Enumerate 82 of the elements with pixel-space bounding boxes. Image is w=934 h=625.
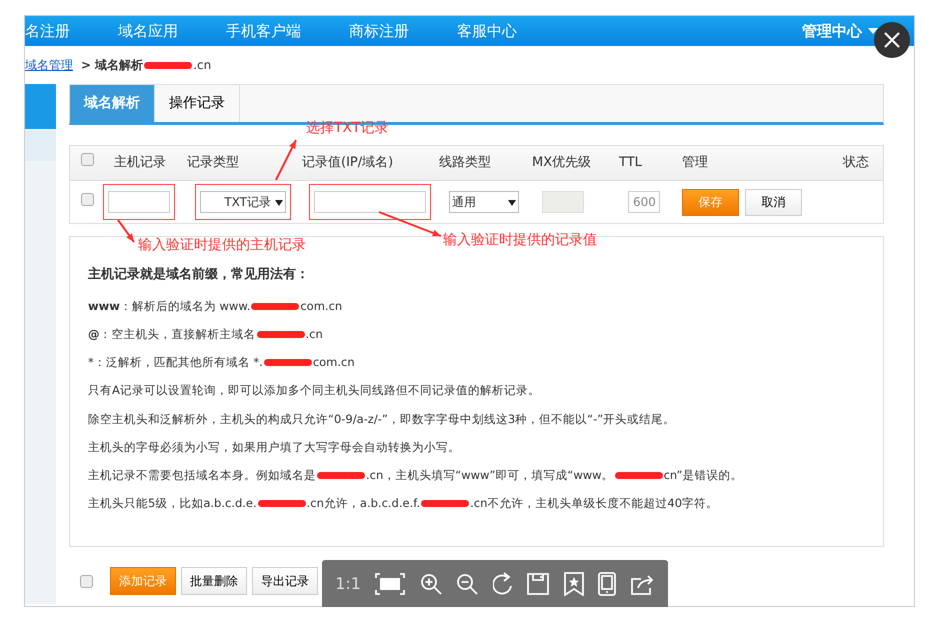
help-text: *：泛解析，匹配其他所有域名 *.	[88, 354, 263, 371]
tab[interactable]: 操作记录	[155, 85, 240, 122]
help-text: com.cn	[300, 298, 342, 314]
breadcrumb-suffix: .cn	[193, 57, 212, 74]
zoom-reset-button[interactable]: 1:1	[335, 572, 361, 596]
help-text: 主机记录不需要包括域名本身。例如域名是	[88, 467, 316, 484]
column-header: 管理	[682, 154, 709, 172]
checkbox[interactable]	[81, 193, 94, 206]
toolbar-button[interactable]	[492, 572, 513, 596]
help-text: 除空主机头和泛解析外，主机头的构成只允许“0-9/a-z/-”，即数字字母中划线这3种，但不能以“-”开头或结尾。	[88, 410, 676, 428]
annotation-label: 输入验证时提供的主机记录	[138, 236, 306, 255]
help-text: 主机头只能5级，比如a.b.c.d.e.	[88, 495, 257, 512]
toolbar-button[interactable]	[375, 572, 406, 594]
column-header: 记录值(IP/域名)	[302, 154, 394, 172]
nav-link[interactable]: 客服中心	[457, 20, 517, 42]
toolbar-button[interactable]	[564, 572, 584, 596]
tab[interactable]: 域名解析	[70, 85, 155, 122]
zoom-out-icon	[456, 572, 478, 594]
column-header: 线路类型	[439, 154, 492, 172]
redaction-mark	[258, 500, 306, 508]
nav-link[interactable]: 手机客户端	[226, 20, 301, 42]
fit-screen-icon	[375, 572, 406, 594]
help-text: www：解析后的域名为 www.	[88, 298, 250, 314]
redaction-mark	[317, 472, 365, 480]
tablet-icon	[598, 572, 616, 596]
help-text: @：空主机头，直接解析主域名	[88, 326, 256, 343]
redaction-mark	[144, 62, 192, 68]
host-input[interactable]	[108, 191, 170, 213]
help-text: 主机头的字母必须为小写，如果用户填了大写字母会自动转换为小写。	[88, 438, 460, 456]
nav-link[interactable]: 商标注册	[349, 20, 409, 42]
value-input[interactable]	[314, 191, 426, 213]
toolbar-button[interactable]: 批量删除	[181, 567, 247, 595]
ttl-input[interactable]: 600	[628, 191, 660, 213]
help-text: .cn，主机头填写“www”即可，填写成“www。	[366, 467, 614, 484]
admin-menu[interactable]: 管理中心	[802, 20, 878, 42]
help-text: .cn	[306, 326, 323, 343]
record-type-select[interactable]: TXT记录	[200, 191, 286, 213]
share-icon	[630, 572, 655, 594]
checkbox[interactable]	[80, 574, 93, 588]
redaction-mark	[256, 330, 304, 338]
annotation-label: 输入验证时提供的记录值	[443, 231, 597, 250]
redaction-mark	[264, 359, 312, 366]
checkbox[interactable]	[81, 153, 94, 166]
close-icon	[883, 31, 901, 49]
toolbar-button[interactable]	[630, 572, 655, 594]
toolbar-button[interactable]	[598, 572, 616, 596]
nav-link[interactable]: 名注册	[25, 20, 70, 42]
annotation-arrow	[378, 211, 442, 237]
caret-icon	[508, 198, 516, 206]
line-select[interactable]: 通用	[449, 191, 519, 213]
nav-link[interactable]: 域名应用	[118, 20, 178, 42]
help-text: 只有A记录可以设置轮询，即可以添加多个同主机头同线路但不同记录值的解析记录。	[88, 382, 540, 400]
redaction-mark	[614, 472, 663, 480]
redaction-mark	[421, 500, 470, 508]
annotation-arrow	[275, 140, 297, 180]
column-header: 状态	[842, 154, 870, 172]
column-header: MX优先级	[532, 154, 592, 172]
toolbar-button[interactable]	[420, 572, 442, 594]
help-title: 主机记录就是域名前缀，常见用法有：	[88, 266, 310, 284]
caret-icon	[275, 198, 283, 206]
cancel-button[interactable]: 取消	[745, 188, 802, 216]
column-header: TTL	[619, 154, 643, 172]
help-text: cn”是错误的。	[664, 467, 743, 484]
toolbar-button[interactable]	[527, 572, 550, 594]
column-header: 主机记录	[113, 154, 167, 172]
redaction-mark	[251, 302, 300, 310]
zoom-in-icon	[420, 572, 442, 594]
help-text: com.cn	[312, 354, 355, 371]
annotation-label: 选择TXT记录	[306, 119, 388, 138]
breadcrumb-current: > 域名解析	[81, 57, 144, 74]
toolbar-button[interactable]	[456, 572, 478, 594]
add-record-button[interactable]: 添加记录	[110, 567, 176, 595]
toolbar-button[interactable]: 导出记录	[252, 567, 318, 595]
bookmark-star-icon	[564, 572, 584, 596]
save-button[interactable]: 保存	[682, 188, 739, 216]
annotation-arrow	[117, 219, 135, 243]
caret-icon	[868, 27, 878, 35]
help-text: .cn允许，a.b.c.d.e.f.	[306, 495, 420, 512]
column-header: 记录类型	[187, 154, 240, 172]
breadcrumb-link[interactable]: 域名管理	[25, 56, 73, 74]
rotate-icon	[492, 572, 513, 596]
help-text: .cn不允许，主机头单级长度不能超过40字符。	[470, 495, 718, 512]
